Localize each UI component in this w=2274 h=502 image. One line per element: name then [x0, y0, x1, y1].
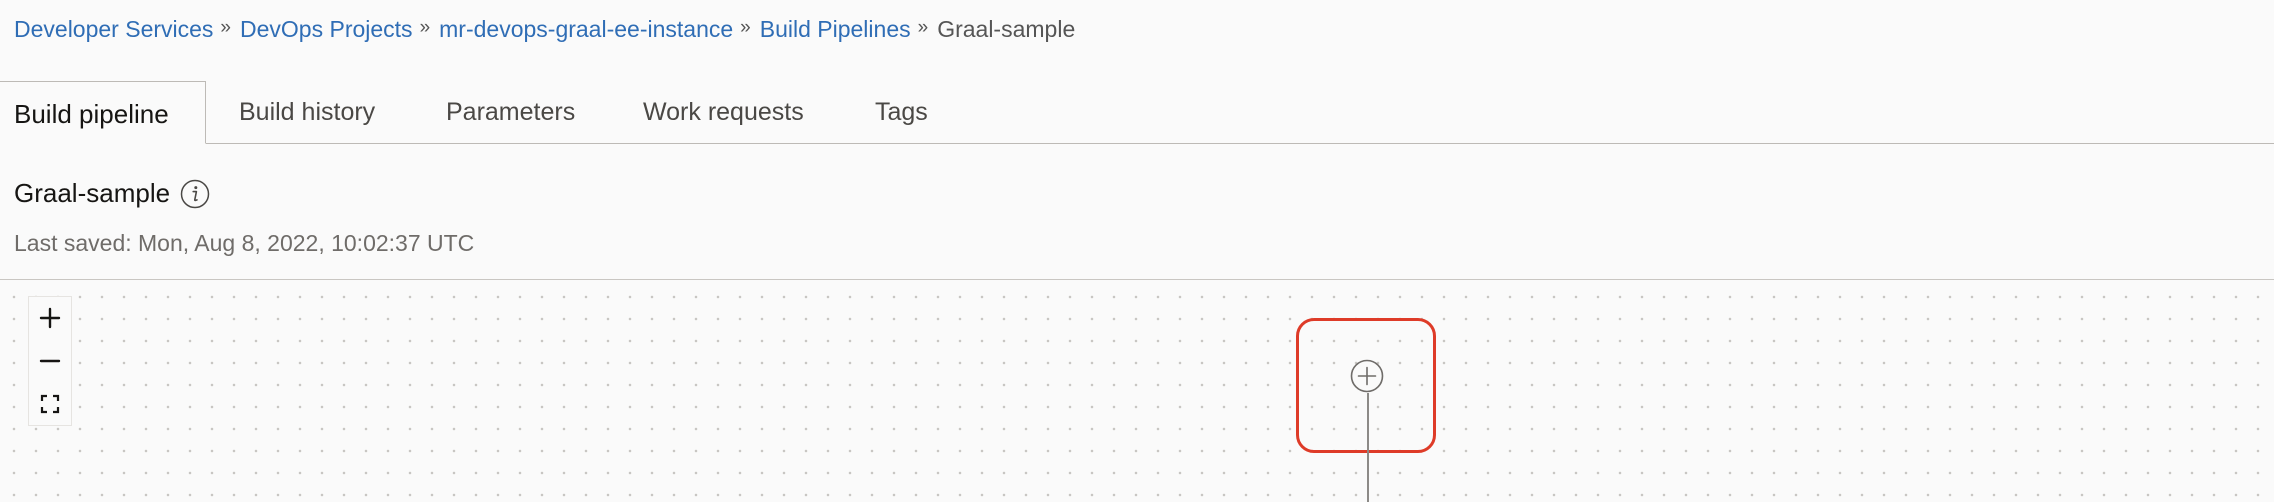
tab-bar: Build pipeline Build history Parameters …	[0, 81, 2274, 144]
info-icon[interactable]	[180, 179, 210, 209]
tab-build-history[interactable]: Build history	[239, 81, 375, 143]
breadcrumb-project[interactable]: mr-devops-graal-ee-instance	[439, 16, 733, 43]
zoom-out-icon	[39, 359, 61, 363]
fit-to-screen-icon	[40, 394, 60, 414]
pipeline-connector-line	[1367, 393, 1369, 502]
breadcrumb-separator: »	[419, 17, 431, 38]
tab-parameters[interactable]: Parameters	[446, 81, 575, 143]
tab-tags[interactable]: Tags	[875, 81, 928, 143]
breadcrumb-separator: »	[917, 17, 929, 38]
breadcrumb-build-pipelines[interactable]: Build Pipelines	[760, 16, 911, 43]
last-saved-timestamp: Last saved: Mon, Aug 8, 2022, 10:02:37 U…	[14, 230, 475, 256]
fit-to-screen-button[interactable]	[29, 383, 71, 425]
breadcrumb-current: Graal-sample	[937, 15, 1076, 42]
plus-circle-icon	[1350, 359, 1384, 393]
breadcrumb-devops-projects[interactable]: DevOps Projects	[240, 16, 413, 43]
pipeline-canvas[interactable]	[0, 279, 2274, 502]
tab-build-pipeline[interactable]: Build pipeline	[0, 81, 206, 144]
zoom-in-icon	[39, 307, 61, 329]
breadcrumb-separator: »	[740, 17, 751, 38]
page-title: Graal-sample	[14, 178, 171, 208]
add-stage-button[interactable]	[1350, 359, 1384, 393]
zoom-out-button[interactable]	[29, 340, 71, 382]
breadcrumb-separator: »	[220, 17, 231, 38]
breadcrumb: Developer Services » DevOps Projects » m…	[14, 14, 1075, 44]
page: Developer Services » DevOps Projects » m…	[0, 0, 2274, 502]
zoom-in-button[interactable]	[29, 297, 71, 339]
tab-work-requests[interactable]: Work requests	[643, 81, 804, 143]
pipeline-header: Graal-sample	[14, 178, 210, 209]
zoom-controls	[28, 296, 72, 426]
breadcrumb-developer-services[interactable]: Developer Services	[14, 16, 213, 43]
